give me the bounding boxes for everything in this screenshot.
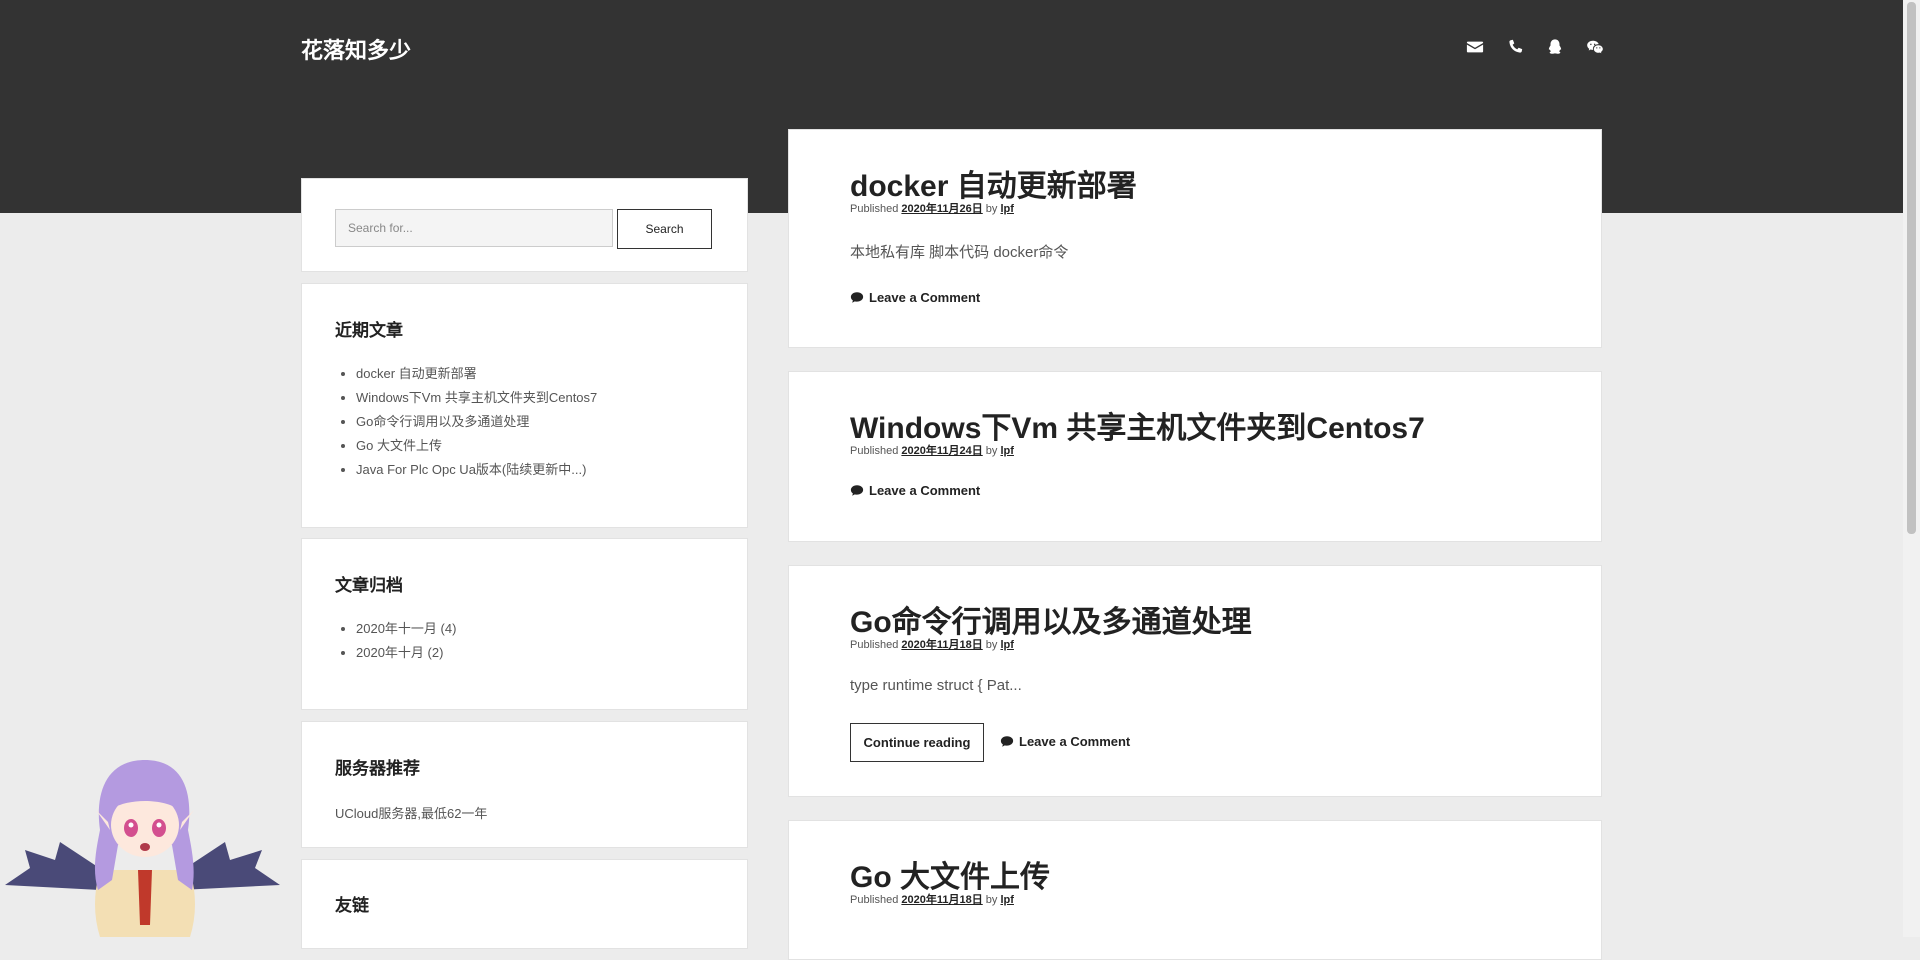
post-date[interactable]: 2020年11月26日: [901, 203, 982, 215]
by-label: by: [985, 639, 998, 651]
by-label: by: [985, 203, 998, 215]
comment-icon: [1000, 736, 1014, 747]
leave-comment-link[interactable]: Leave a Comment: [850, 483, 980, 498]
published-label: Published: [850, 639, 899, 651]
widget-title: 近期文章: [335, 321, 403, 340]
list-item: Java For Plc Opc Ua版本(陆续更新中...): [356, 458, 597, 482]
post-meta: Published 2020年11月18日 by lpf: [850, 891, 1014, 907]
recent-post-link[interactable]: Go命令行调用以及多通道处理: [356, 414, 529, 429]
recent-post-link[interactable]: Go 大文件上传: [356, 438, 442, 453]
post-card: Go命令行调用以及多通道处理 Published 2020年11月18日 by …: [788, 565, 1602, 797]
comment-icon: [850, 485, 864, 496]
search-widget: Search: [301, 178, 748, 272]
post-title[interactable]: Windows下Vm 共享主机文件夹到Centos7: [850, 403, 1425, 447]
list-item: docker 自动更新部署: [356, 362, 597, 386]
post-author[interactable]: lpf: [1000, 639, 1013, 651]
server-recommend-link[interactable]: UCloud服务器,最低62一年: [335, 803, 487, 822]
qq-icon[interactable]: [1544, 36, 1566, 58]
archive-link[interactable]: 2020年十月 (2): [356, 645, 443, 660]
archives-list: 2020年十一月 (4) 2020年十月 (2): [335, 617, 456, 665]
scrollbar-thumb[interactable]: [1907, 2, 1916, 534]
post-date[interactable]: 2020年11月18日: [901, 639, 982, 651]
widget-title: 服务器推荐: [335, 759, 420, 778]
links-widget: 友链: [301, 859, 748, 949]
social-links: [1464, 36, 1606, 58]
published-label: Published: [850, 203, 899, 215]
leave-comment-link[interactable]: Leave a Comment: [1000, 734, 1130, 749]
post-author[interactable]: lpf: [1000, 445, 1013, 457]
post-author[interactable]: lpf: [1000, 203, 1013, 215]
list-item: Go命令行调用以及多通道处理: [356, 410, 597, 434]
published-label: Published: [850, 445, 899, 457]
widget-title: 文章归档: [335, 576, 403, 595]
phone-icon[interactable]: [1504, 36, 1526, 58]
recent-posts-widget: 近期文章 docker 自动更新部署 Windows下Vm 共享主机文件夹到Ce…: [301, 283, 748, 528]
post-meta: Published 2020年11月18日 by lpf: [850, 636, 1014, 652]
post-meta: Published 2020年11月24日 by lpf: [850, 442, 1014, 458]
leave-comment-link[interactable]: Leave a Comment: [850, 290, 980, 305]
servers-widget: 服务器推荐 UCloud服务器,最低62一年: [301, 721, 748, 848]
post-card: docker 自动更新部署 Published 2020年11月26日 by l…: [788, 129, 1602, 348]
post-title[interactable]: Go 大文件上传: [850, 852, 1050, 896]
by-label: by: [985, 894, 998, 906]
wechat-icon[interactable]: [1584, 36, 1606, 58]
published-label: Published: [850, 894, 899, 906]
by-label: by: [985, 445, 998, 457]
post-excerpt: type runtime struct { Pat...: [850, 677, 1022, 694]
recent-posts-list: docker 自动更新部署 Windows下Vm 共享主机文件夹到Centos7…: [335, 362, 597, 482]
post-meta: Published 2020年11月26日 by lpf: [850, 200, 1014, 216]
post-excerpt: 本地私有库 脚本代码 docker命令: [850, 244, 1069, 261]
list-item: Go 大文件上传: [356, 434, 597, 458]
widget-title: 友链: [335, 896, 369, 915]
post-date[interactable]: 2020年11月18日: [901, 894, 982, 906]
archives-widget: 文章归档 2020年十一月 (4) 2020年十月 (2): [301, 538, 748, 710]
mascot-character[interactable]: [0, 750, 290, 937]
post-card: Windows下Vm 共享主机文件夹到Centos7 Published 202…: [788, 371, 1602, 542]
post-card: Go 大文件上传 Published 2020年11月18日 by lpf: [788, 820, 1602, 960]
comment-icon: [850, 292, 864, 303]
post-title[interactable]: docker 自动更新部署: [850, 161, 1137, 205]
recent-post-link[interactable]: Java For Plc Opc Ua版本(陆续更新中...): [356, 462, 586, 477]
recent-post-link[interactable]: Windows下Vm 共享主机文件夹到Centos7: [356, 390, 597, 405]
envelope-icon[interactable]: [1464, 36, 1486, 58]
list-item: 2020年十一月 (4): [356, 617, 456, 641]
recent-post-link[interactable]: docker 自动更新部署: [356, 366, 477, 381]
post-author[interactable]: lpf: [1000, 894, 1013, 906]
search-button[interactable]: Search: [617, 209, 712, 249]
site-title[interactable]: 花落知多少: [301, 33, 411, 65]
list-item: Windows下Vm 共享主机文件夹到Centos7: [356, 386, 597, 410]
post-title[interactable]: Go命令行调用以及多通道处理: [850, 597, 1252, 641]
search-input[interactable]: [335, 209, 613, 247]
continue-reading-button[interactable]: Continue reading: [850, 723, 984, 762]
post-date[interactable]: 2020年11月24日: [901, 445, 982, 457]
scrollbar[interactable]: [1903, 0, 1920, 937]
archive-link[interactable]: 2020年十一月 (4): [356, 621, 456, 636]
list-item: 2020年十月 (2): [356, 641, 456, 665]
